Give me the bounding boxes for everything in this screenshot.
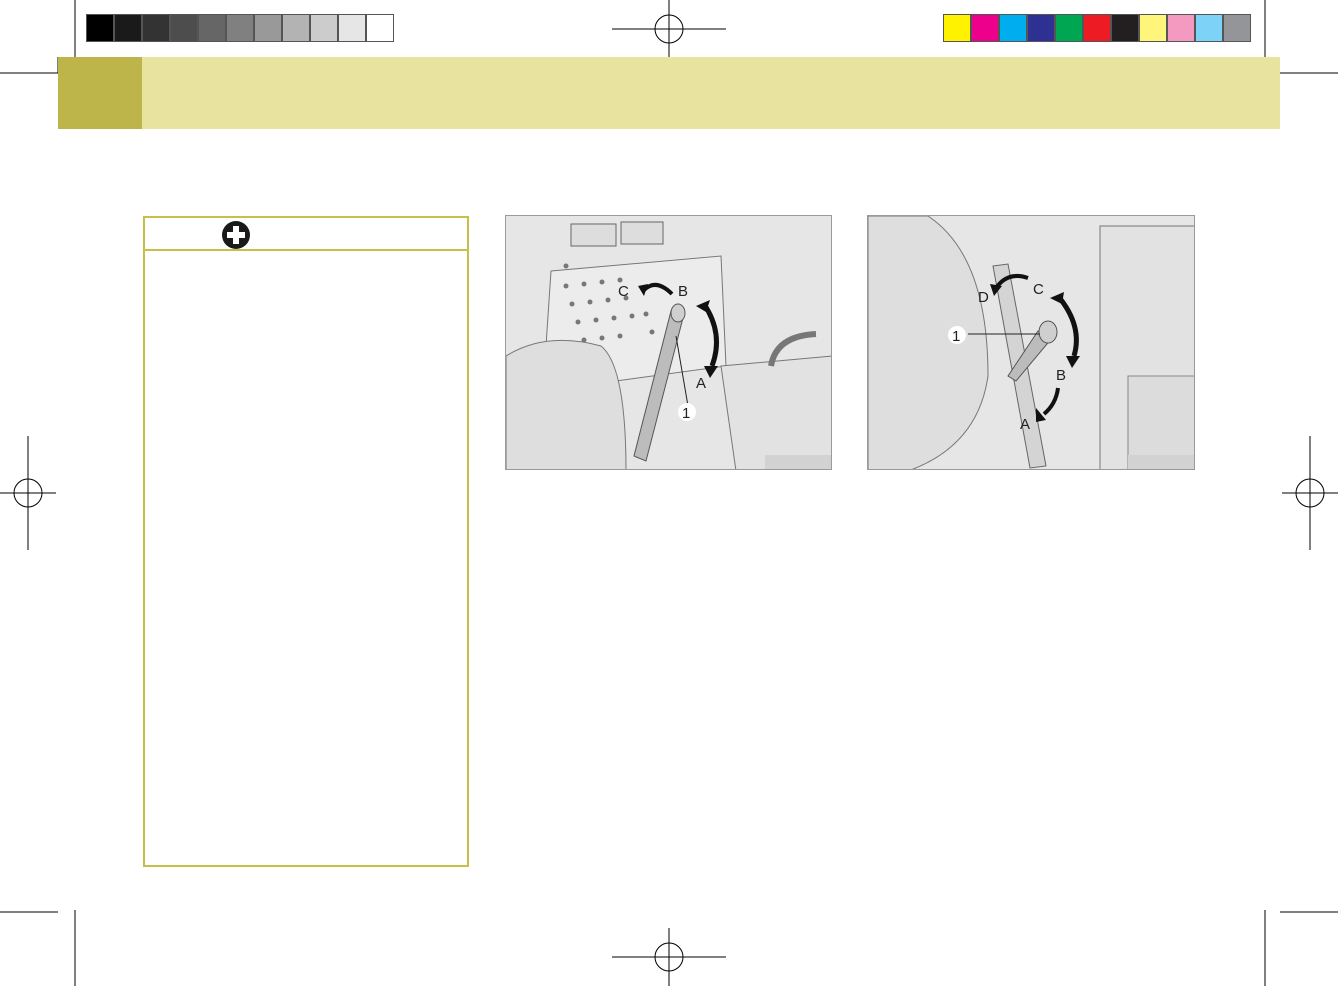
color-swatch [1111, 14, 1139, 42]
color-swatch [366, 14, 394, 42]
color-swatch [1167, 14, 1195, 42]
color-swatch [1223, 14, 1251, 42]
label-c: C [1033, 281, 1044, 298]
color-swatch [338, 14, 366, 42]
color-swatch [1195, 14, 1223, 42]
color-swatch [86, 14, 114, 42]
figure-seat-lever-2: D C B A 1 [867, 215, 1195, 470]
color-swatch [310, 14, 338, 42]
color-swatch [1027, 14, 1055, 42]
figure-code-tag [765, 455, 831, 469]
color-swatch [170, 14, 198, 42]
color-swatch [114, 14, 142, 42]
label-a: A [1020, 416, 1030, 433]
color-swatch [1083, 14, 1111, 42]
figure-seat-lever-1: C B A 1 [505, 215, 832, 470]
seat-lever-illustration-2: D C B A 1 [868, 216, 1194, 469]
label-part-1: 1 [682, 405, 690, 422]
color-swatch [999, 14, 1027, 42]
label-b: B [678, 283, 688, 300]
color-swatch [282, 14, 310, 42]
color-swatch [254, 14, 282, 42]
color-swatch [943, 14, 971, 42]
color-swatch [971, 14, 999, 42]
label-a: A [696, 375, 706, 392]
label-d: D [978, 289, 989, 306]
label-b: B [1056, 367, 1066, 384]
label-c: C [618, 283, 629, 300]
seat-lever-illustration-1: C B A 1 [506, 216, 831, 469]
figure-code-tag [1128, 455, 1194, 469]
section-header-band [58, 57, 1280, 129]
label-part-1: 1 [952, 328, 960, 345]
color-swatch [1055, 14, 1083, 42]
section-header-tab [58, 57, 142, 129]
first-aid-cross-icon [222, 221, 250, 249]
warning-box-divider [143, 249, 469, 251]
color-swatch [198, 14, 226, 42]
color-swatch [226, 14, 254, 42]
warning-box [143, 216, 469, 867]
color-swatch [1139, 14, 1167, 42]
color-swatch [142, 14, 170, 42]
